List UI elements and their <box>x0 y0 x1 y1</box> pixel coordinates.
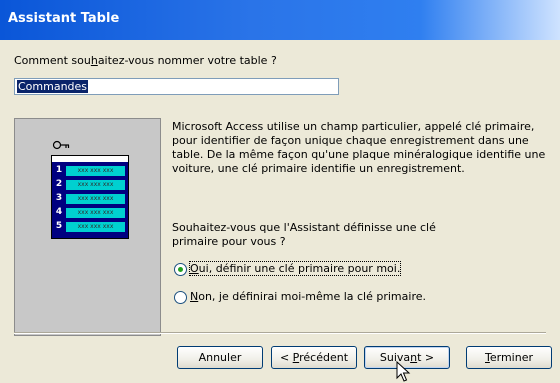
table-grid-row: 2 xxx xxx xxx <box>52 179 128 191</box>
table-grid-icon: 1 xxx xxx xxx 2 xxx xxx xxx 3 xxx xxx xxx 4… <box>51 155 129 239</box>
separator-line <box>14 332 546 334</box>
window-title: Assistant Table <box>8 11 120 26</box>
table-grid-row: 1 xxx xxx xxx <box>52 165 128 177</box>
radio-selected-icon[interactable] <box>174 263 187 276</box>
back-button[interactable]: < Précédent <box>271 346 357 369</box>
cancel-button[interactable]: Annuler <box>177 346 263 369</box>
table-grid-header <box>52 156 128 163</box>
mouse-pointer-icon <box>396 361 411 382</box>
primary-key-prompt: Souhaitez-vous que l'Assistant définisse… <box>172 221 436 248</box>
table-grid-row: 3 xxx xxx xxx <box>52 193 128 205</box>
table-name-value: Commandes <box>17 80 89 93</box>
table-grid-row: 5 xxx xxx xxx <box>52 221 128 233</box>
option-yes-label[interactable]: Oui, définir une clé primaire pour moi. <box>188 261 402 276</box>
key-icon <box>52 140 70 150</box>
primary-key-illustration: 1 xxx xxx xxx 2 xxx xxx xxx 3 xxx xxx xxx 4… <box>14 118 161 336</box>
primary-key-description: Microsoft Access utilise un champ partic… <box>172 120 546 175</box>
table-name-question: Comment souhaitez-vous nommer votre tabl… <box>14 54 277 67</box>
title-bar: Assistant Table <box>0 0 560 40</box>
table-grid-row: 4 xxx xxx xxx <box>52 207 128 219</box>
option-no-label[interactable]: Non, je définirai moi-même la clé primai… <box>190 290 426 303</box>
table-name-input[interactable]: Commandes <box>14 78 339 95</box>
radio-unselected-icon[interactable] <box>174 291 187 304</box>
finish-button[interactable]: Terminer <box>466 346 552 369</box>
